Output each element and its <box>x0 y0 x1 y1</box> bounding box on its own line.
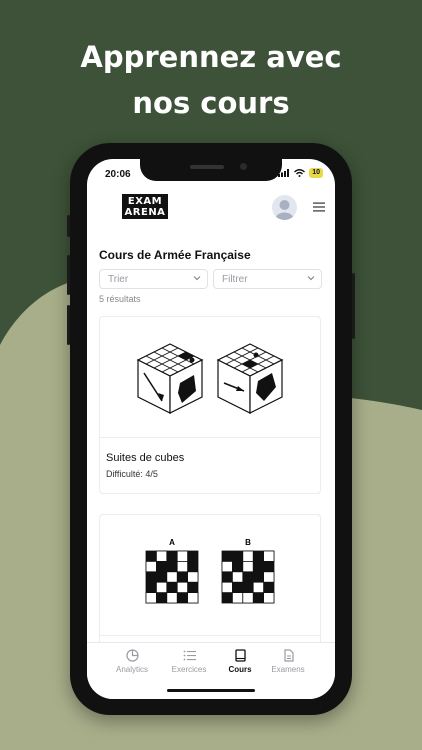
course-difficulty: Difficulté: 4/5 <box>106 469 158 479</box>
tab-exercices-label: Exercices <box>171 665 207 674</box>
course-thumbnail-cubes <box>100 317 320 438</box>
home-indicator <box>167 689 255 692</box>
promo-headline: Apprennez avec nos cours <box>0 34 422 126</box>
page-title: Cours de Armée Française <box>99 248 251 262</box>
list-icon <box>183 650 196 661</box>
hamburger-menu-icon[interactable] <box>313 202 325 212</box>
tab-examens[interactable]: Examens <box>259 649 317 674</box>
battery-indicator: 10 <box>309 168 323 178</box>
sort-select[interactable]: Trier <box>99 269 208 289</box>
book-icon <box>234 649 246 662</box>
user-icon <box>275 200 294 220</box>
course-card[interactable]: Suites de cubes Difficulté: 4/5 <box>99 316 321 494</box>
course-card[interactable]: A B <box>99 514 321 654</box>
course-title: Suites de cubes <box>106 452 185 464</box>
tab-analytics-label: Analytics <box>115 665 148 674</box>
promo-headline-line2: nos cours <box>132 86 290 120</box>
filter-select[interactable]: Filtrer <box>213 269 322 289</box>
grid-pattern-illustration: A B <box>145 538 275 604</box>
sort-placeholder: Trier <box>108 274 129 285</box>
filter-placeholder: Filtrer <box>222 274 248 285</box>
phone-power-button <box>352 273 355 339</box>
tab-exercices[interactable]: Exercices <box>160 649 218 674</box>
results-count: 5 résultats <box>99 294 141 304</box>
logo-line2: ARENA <box>124 207 166 218</box>
wifi-icon <box>294 169 306 177</box>
front-camera <box>240 163 247 170</box>
app-header: EXAM ARENA <box>87 185 335 229</box>
phone-frame: 20:06 10 EXAM ARENA Cours de Armée Franç… <box>67 143 355 715</box>
pie-chart-icon <box>125 649 139 662</box>
chevron-down-icon <box>307 276 315 281</box>
chevron-down-icon <box>193 276 201 281</box>
cube-sequence-illustration <box>136 343 284 414</box>
course-thumbnail-grids: A B <box>100 515 320 636</box>
logo-line1: EXAM <box>127 196 163 207</box>
tab-cours-label: Cours <box>228 665 252 674</box>
user-avatar[interactable] <box>272 195 297 220</box>
speaker <box>190 165 224 169</box>
grid-label-b: B <box>245 538 251 547</box>
tab-analytics[interactable]: Analytics <box>103 649 161 674</box>
status-time: 20:06 <box>105 169 131 180</box>
exam-arena-logo[interactable]: EXAM ARENA <box>122 194 168 219</box>
tab-examens-label: Examens <box>271 665 305 674</box>
phone-screen: 20:06 10 EXAM ARENA Cours de Armée Franç… <box>87 159 335 699</box>
promo-headline-line1: Apprennez avec <box>80 40 342 74</box>
phone-mute-button <box>67 215 70 237</box>
status-icons: 10 <box>278 168 323 178</box>
document-icon <box>283 649 294 662</box>
phone-volume-down-button <box>67 305 70 345</box>
phone-volume-up-button <box>67 255 70 295</box>
grid-label-a: A <box>169 538 175 547</box>
phone-notch <box>140 159 282 181</box>
